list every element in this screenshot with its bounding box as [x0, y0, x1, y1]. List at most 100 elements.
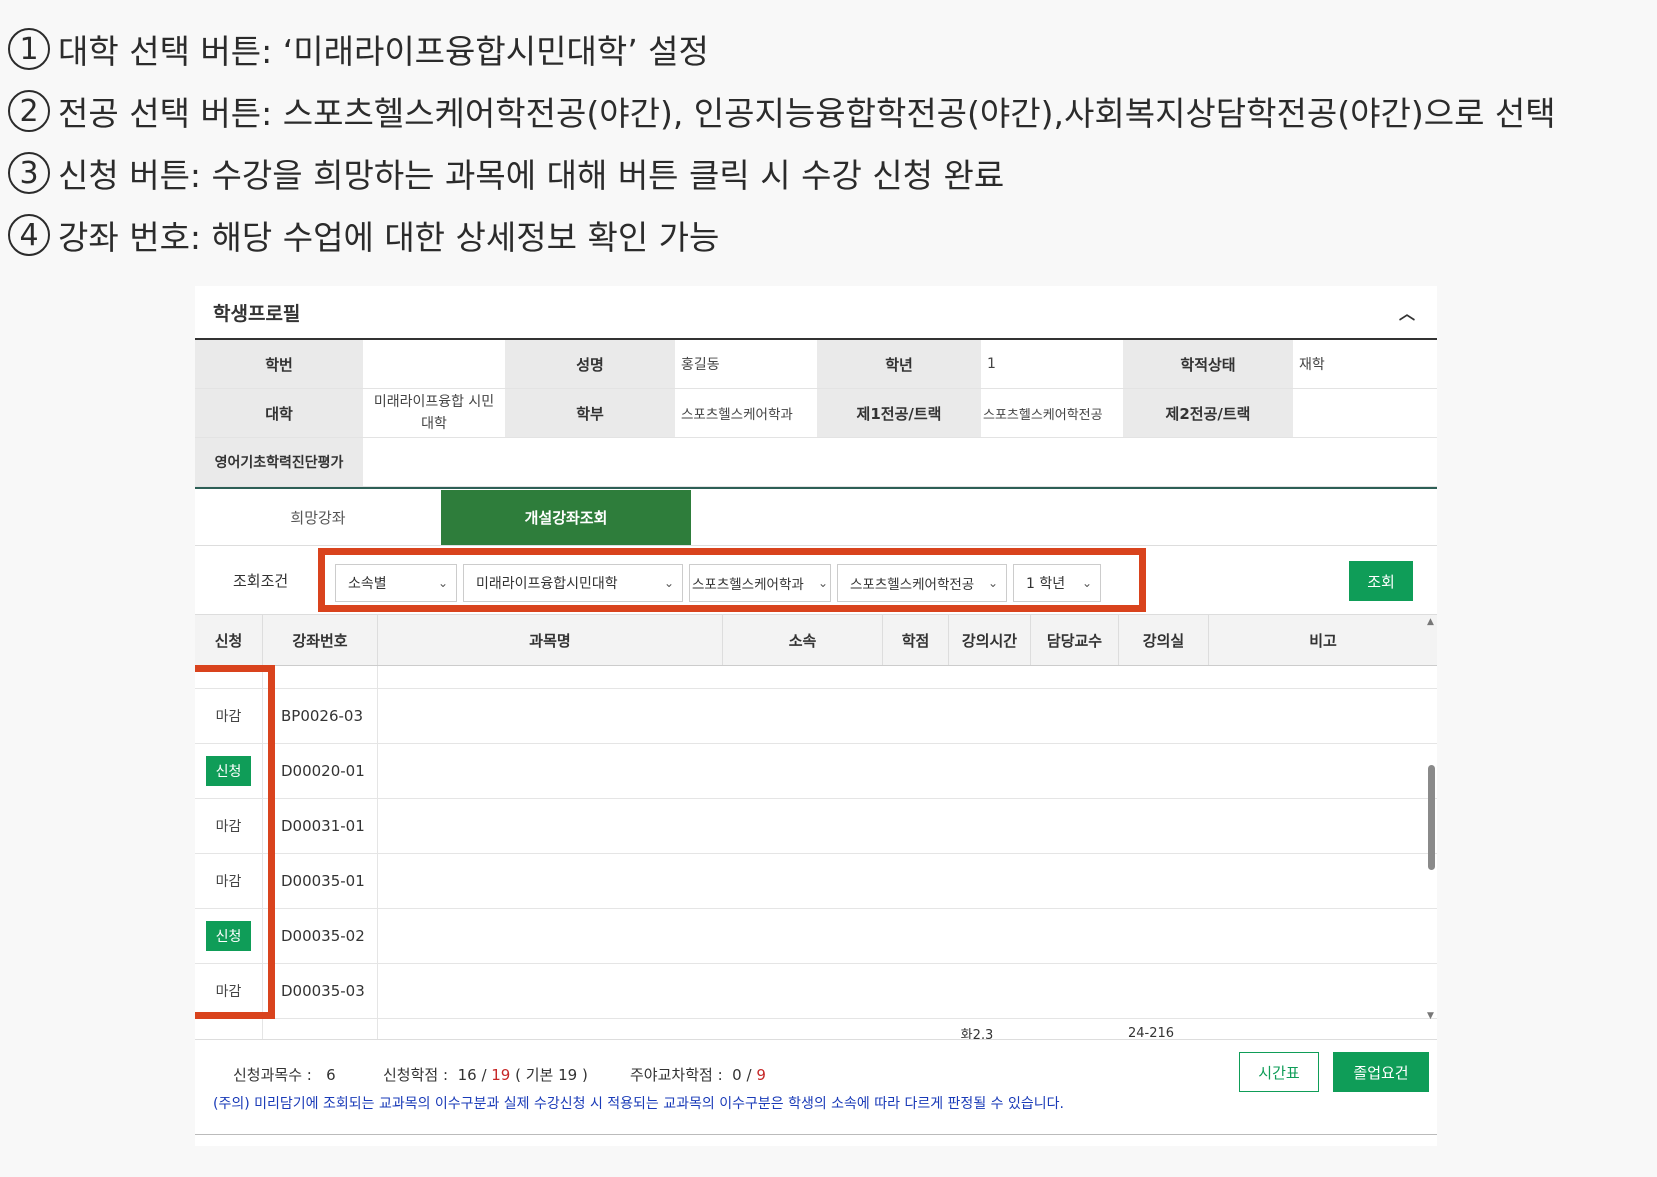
instruction-text: 전공 선택 버튼: 스포츠헬스케어학전공(야간), 인공지능융합학전공(야간),… — [58, 94, 1556, 133]
cell-course-code[interactable]: BP0026-03 — [263, 689, 378, 743]
tab-wish-courses[interactable]: 희망강좌 — [195, 490, 441, 545]
grid-rows: 마감 BP0026-03 신청 D00020-01 마감 D00031-01 마감 D0003… — [195, 689, 1437, 1019]
course-grid: 신청 강좌번호 과목명 소속 학점 강의시간 담당교수 강의실 비고 마감 BP0… — [195, 615, 1437, 1039]
select-department[interactable]: 스포츠헬스케어학과 ⌄ — [689, 564, 831, 602]
col-professor: 담당교수 — [1031, 615, 1119, 665]
value-department: 스포츠헬스케어학과 — [675, 388, 817, 438]
select-value: 미래라이프융합시민대학 — [476, 576, 618, 592]
stat-base: ( 기본 19 ) — [515, 1066, 588, 1084]
instructions: 1 대학 선택 버튼: ‘미래라이프융합시민대학’ 설정 2 전공 선택 버튼: 스… — [8, 18, 1556, 266]
select-major[interactable]: 스포츠헬스케어학전공 ⌄ — [837, 564, 1007, 602]
col-lecture-time: 강의시간 — [949, 615, 1031, 665]
cell-empty — [378, 689, 1437, 743]
stat-max: 9 — [756, 1066, 766, 1084]
cell-empty — [195, 1019, 263, 1039]
col-remarks: 비고 — [1309, 631, 1337, 650]
grid-scrollbar[interactable]: ▲ ▼ — [1425, 615, 1437, 1025]
grid-header: 신청 강좌번호 과목명 소속 학점 강의시간 담당교수 강의실 비고 — [195, 615, 1437, 666]
cell-empty — [378, 1019, 936, 1039]
instruction-text: 강좌 번호: 해당 수업에 대한 상세정보 확인 가능 — [58, 218, 720, 257]
scroll-down-icon[interactable]: ▼ — [1427, 1011, 1434, 1021]
cell-empty — [263, 1019, 378, 1039]
label-grade: 학년 — [817, 340, 981, 389]
instruction-2: 2 전공 선택 버튼: 스포츠헬스케어학전공(야간), 인공지능융합학전공(야간)… — [8, 80, 1556, 142]
stat-value: 6 — [326, 1066, 336, 1084]
grid-row-partial-bottom: 화2,3 24-216 — [195, 1019, 1437, 1039]
label-english-test: 영어기초학력진단평가 — [195, 437, 363, 487]
stat-label: 주야교차학점 : — [630, 1066, 723, 1084]
cell-empty — [378, 799, 1437, 853]
profile-table-wrap: 학번 성명 홍길동 학년 1 학적상태 재학 대학 미래라이프융합 시민대학 학… — [195, 340, 1437, 489]
instruction-1: 1 대학 선택 버튼: ‘미래라이프융합시민대학’ 설정 — [8, 18, 1556, 80]
value-english-test — [363, 437, 1437, 487]
circled-number-3: 3 — [8, 152, 50, 194]
stat-value: 16 — [457, 1066, 477, 1084]
chevron-down-icon: ⌄ — [987, 576, 998, 590]
search-label: 조회조건 — [233, 572, 289, 590]
stat-max: 19 — [491, 1066, 511, 1084]
cell-empty — [263, 666, 378, 688]
instruction-text: 대학 선택 버튼: ‘미래라이프융합시민대학’ 설정 — [58, 32, 709, 71]
cell-empty — [378, 909, 1437, 963]
table-row: 마감 BP0026-03 — [195, 689, 1437, 744]
cell-empty — [1018, 1019, 1106, 1039]
chevron-down-icon: ⌄ — [663, 576, 674, 590]
value-name: 홍길동 — [675, 340, 817, 389]
stat-value: 0 — [732, 1066, 742, 1084]
select-grade[interactable]: 1 학년 ⌄ — [1013, 564, 1101, 602]
chevron-up-icon[interactable]: ︿ — [1399, 300, 1415, 324]
select-college[interactable]: 미래라이프융합시민대학 ⌄ — [463, 564, 683, 602]
cell-lecture-time: 화2,3 — [960, 1027, 994, 1040]
label-department: 학부 — [505, 388, 675, 438]
col-room: 강의실 — [1119, 615, 1209, 665]
circled-number-1: 1 — [8, 28, 50, 70]
cell-room: 24-216 — [1127, 1025, 1175, 1040]
stat-course-count: 신청과목수 : 6 — [233, 1064, 336, 1085]
stat-night-credits: 주야교차학점 : 0 / 9 — [630, 1066, 766, 1084]
timetable-button[interactable]: 시간표 — [1239, 1052, 1319, 1092]
summary-footer: 신청과목수 : 6 신청학점 : 16 / 19 ( 기본 19 ) 주야교차학… — [195, 1039, 1437, 1135]
cell-empty — [378, 744, 1437, 798]
highlight-box-apply-column — [195, 665, 275, 1019]
grid-row-partial-top — [195, 666, 1437, 689]
scroll-up-icon[interactable]: ▲ — [1427, 617, 1434, 627]
table-row: 마감 D00031-01 — [195, 799, 1437, 854]
search-button[interactable]: 조회 — [1349, 561, 1413, 601]
graduation-requirements-button[interactable]: 졸업요건 — [1333, 1052, 1429, 1092]
cell-course-code[interactable]: D00020-01 — [263, 744, 378, 798]
label-status: 학적상태 — [1123, 340, 1293, 389]
col-affiliation: 소속 — [723, 615, 883, 665]
stat-label: 신청학점 : — [383, 1066, 449, 1084]
value-major1: 스포츠헬스케어학전공 — [981, 388, 1123, 438]
select-value: 1 학년 — [1026, 576, 1066, 592]
profile-header[interactable]: 학생프로필 ︿ — [195, 286, 1437, 340]
cell-course-code[interactable]: D00035-02 — [263, 909, 378, 963]
table-row: 신청 D00035-02 — [195, 909, 1437, 964]
instruction-3: 3 신청 버튼: 수강을 희망하는 과목에 대해 버튼 클릭 시 수강 신청 완료 — [8, 142, 1556, 204]
stat-label: 신청과목수 : — [233, 1066, 312, 1084]
value-major2 — [1293, 388, 1437, 438]
col-course-name: 과목명 — [378, 615, 723, 665]
label-college: 대학 — [195, 388, 363, 438]
cell-course-code[interactable]: D00035-03 — [263, 964, 378, 1018]
stat-credits: 신청학점 : 16 / 19 ( 기본 19 ) — [383, 1066, 588, 1084]
registration-panel: 학생프로필 ︿ 학번 성명 홍길동 학년 1 학적상태 재학 대학 미래라이프융… — [195, 286, 1437, 1146]
tab-open-courses[interactable]: 개설강좌조회 — [441, 490, 691, 545]
chevron-down-icon: ⌄ — [1081, 576, 1092, 590]
col-credit: 학점 — [883, 615, 949, 665]
label-student-id: 학번 — [195, 340, 363, 389]
value-grade: 1 — [981, 340, 1123, 389]
cell-course-code[interactable]: D00031-01 — [263, 799, 378, 853]
tab-bar: 희망강좌 개설강좌조회 — [195, 490, 1437, 546]
scrollbar-thumb[interactable] — [1428, 765, 1435, 870]
chevron-down-icon: ⌄ — [437, 576, 448, 590]
table-row: 마감 D00035-03 — [195, 964, 1437, 1019]
cell-course-code[interactable]: D00035-01 — [263, 854, 378, 908]
select-affiliation-type[interactable]: 소속별 ⌄ — [335, 564, 457, 602]
search-bar: 조회조건 소속별 ⌄ 미래라이프융합시민대학 ⌄ 스포츠헬스케어학과 ⌄ 스포츠헬스케… — [195, 546, 1437, 615]
profile-title: 학생프로필 — [213, 302, 301, 325]
cell-empty — [378, 854, 1437, 908]
table-row: 신청 D00020-01 — [195, 744, 1437, 799]
label-name: 성명 — [505, 340, 675, 389]
circled-number-2: 2 — [8, 90, 50, 132]
